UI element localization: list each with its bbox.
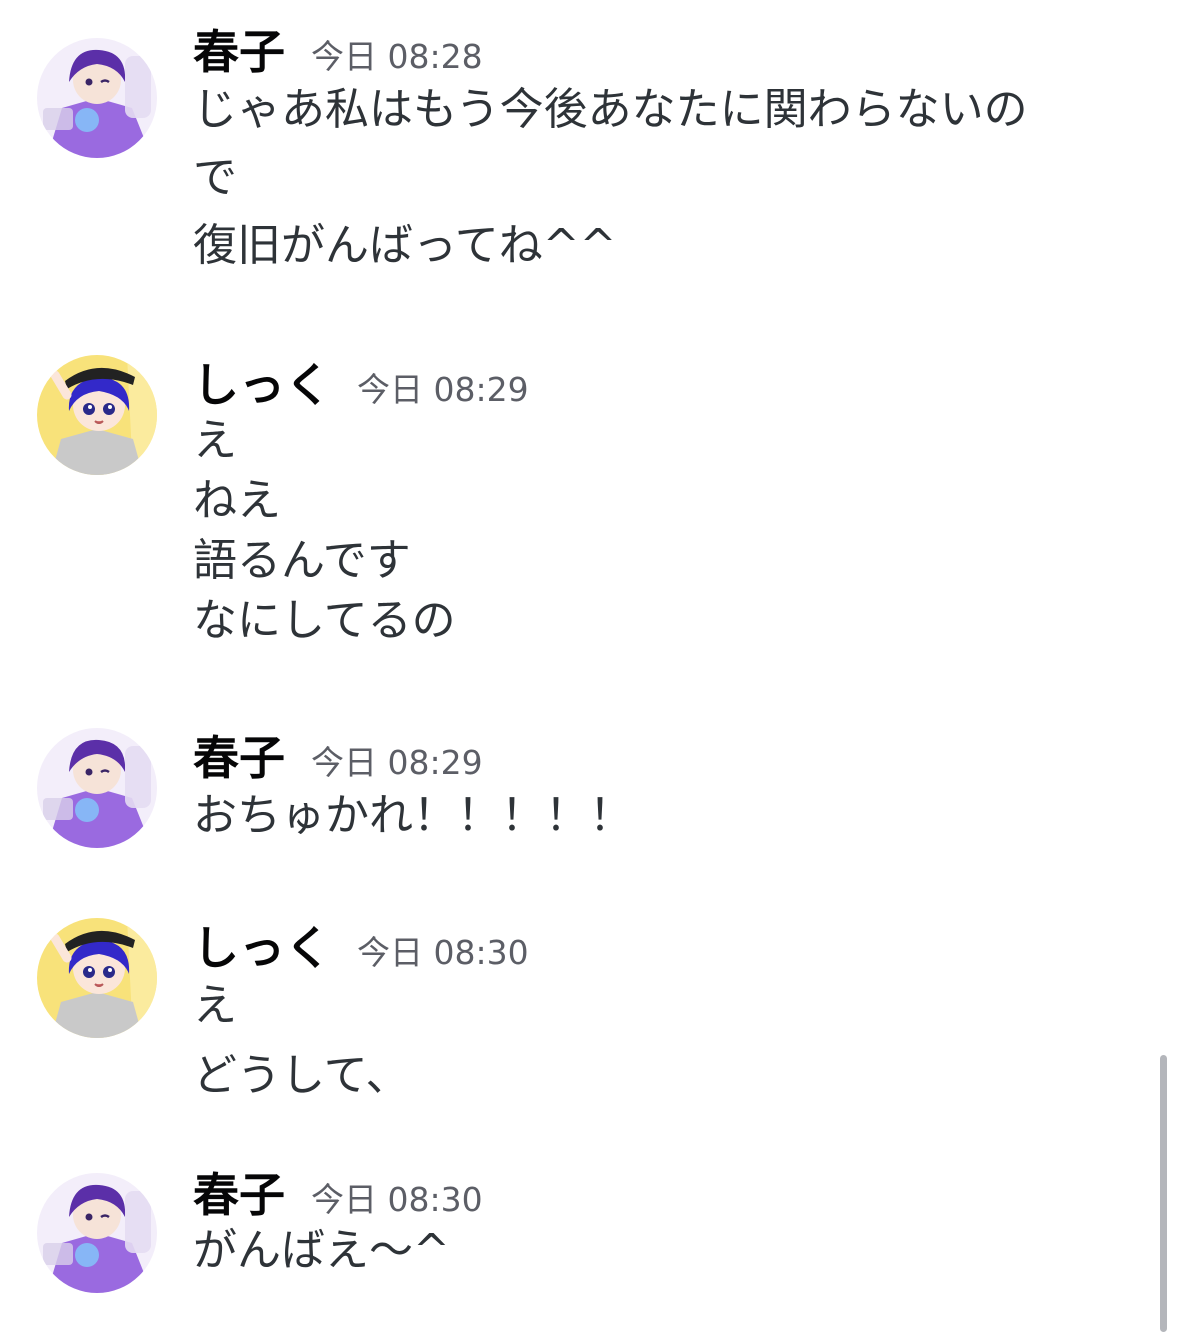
message-header: 春子 今日 08:30	[193, 1165, 483, 1225]
timestamp: 今日 08:28	[311, 37, 483, 76]
message-line: え	[193, 415, 237, 466]
username[interactable]: しっく	[193, 918, 331, 978]
message-body: え ねえ 語るんです なにしてるの	[193, 411, 1123, 651]
message-body: じゃあ私はもう今後あなたに関わらないの で 復旧がんばってね^^	[193, 80, 1123, 276]
message-line: なにしてるの	[193, 595, 456, 646]
message-line: じゃあ私はもう今後あなたに関わらないの	[193, 84, 1028, 135]
message-body: え どうして、	[193, 976, 1123, 1106]
timestamp: 今日 08:29	[311, 743, 483, 782]
username[interactable]: 春子	[193, 1165, 285, 1225]
message-line: どうして、	[193, 1050, 410, 1101]
timestamp: 今日 08:30	[357, 933, 529, 972]
message-group: 春子 今日 08:28 じゃあ私はもう今後あなたに関わらないの で 復旧がんばっ…	[0, 25, 1150, 280]
username[interactable]: しっく	[193, 355, 331, 415]
username[interactable]: 春子	[193, 728, 285, 788]
message-line: 語るんです	[193, 535, 411, 586]
chat-log: 春子 今日 08:28 じゃあ私はもう今後あなたに関わらないの で 復旧がんばっ…	[0, 0, 1179, 1332]
message-header: 春子 今日 08:29	[193, 728, 483, 788]
username[interactable]: 春子	[193, 22, 285, 82]
message-line: え	[193, 980, 237, 1031]
message-group: 春子 今日 08:29 おちゅかれ！！！！！	[0, 728, 1150, 858]
message-header: しっく 今日 08:29	[193, 355, 529, 415]
shikku-avatar[interactable]	[37, 918, 157, 1038]
message-line: 復旧がんばってね^^	[193, 220, 617, 271]
message-group: しっく 今日 08:30 え どうして、	[0, 918, 1150, 1108]
shikku-avatar[interactable]	[37, 355, 157, 475]
message-line: で	[193, 152, 237, 203]
haruko-avatar[interactable]	[37, 38, 157, 158]
message-body: おちゅかれ！！！！！	[193, 786, 1123, 846]
haruko-avatar[interactable]	[37, 1173, 157, 1293]
message-group: 春子 今日 08:30 がんばえ〜^	[0, 1165, 1150, 1295]
message-header: しっく 今日 08:30	[193, 918, 529, 978]
scrollbar[interactable]	[1160, 1055, 1167, 1332]
haruko-avatar[interactable]	[37, 728, 157, 848]
message-line: がんばえ〜^	[193, 1225, 450, 1276]
message-body: がんばえ〜^	[193, 1221, 1123, 1281]
message-header: 春子 今日 08:28	[193, 22, 483, 82]
message-group: しっく 今日 08:29 え ねえ 語るんです なにしてるの	[0, 355, 1150, 665]
message-line: ねえ	[193, 475, 281, 526]
message-line: おちゅかれ！！！！！	[193, 790, 633, 841]
